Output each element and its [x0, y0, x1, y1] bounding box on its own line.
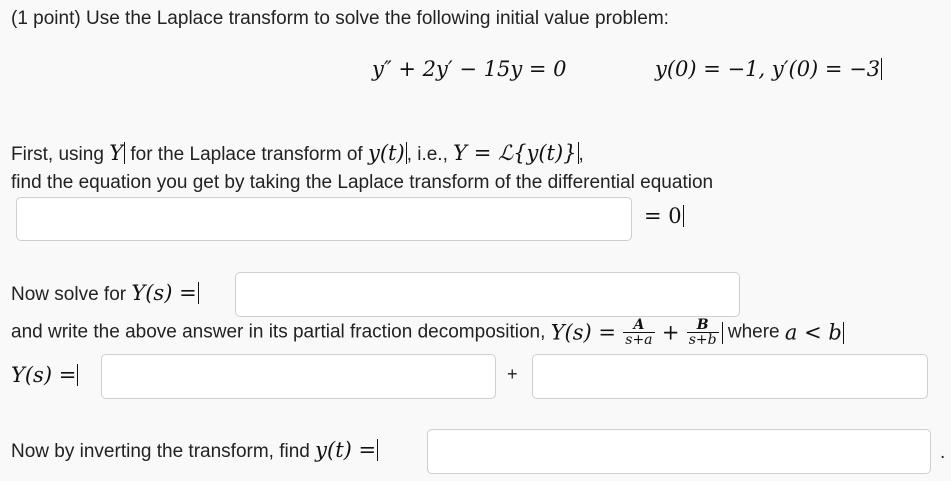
part1-text-start: First, using: [11, 144, 110, 165]
part1-text-mid: for the Laplace transform of: [125, 144, 368, 165]
ode-equation: y″ + 2y′ − 15y = 0: [372, 57, 567, 81]
problem-intro: (1 point) Use the Laplace transform to s…: [11, 8, 669, 29]
partial-fraction-A-input[interactable]: [101, 354, 496, 399]
fraction-A: As+a: [623, 318, 655, 348]
part2-text: Now solve for: [11, 284, 132, 305]
part4-text: Now by inverting the transform, find: [11, 441, 316, 462]
y-of-t: y(t): [367, 141, 405, 165]
where-text: where: [727, 321, 785, 343]
partial-fraction-B-input[interactable]: [532, 354, 928, 399]
Ys-row-label-text: Y(s) =: [11, 363, 77, 387]
initial-conditions-text: y(0) = −1, y′(0) = −3: [655, 57, 881, 81]
part4-label: Now by inverting the transform, find y(t…: [11, 438, 379, 463]
Ys-eq-label: Y(s) =: [550, 320, 616, 345]
fraction-A-numerator: A: [623, 318, 655, 333]
part3-line: and write the above answer in its partia…: [11, 318, 844, 347]
laplace-definition: Y = ℒ{y(t)}: [453, 141, 577, 165]
Ys-equals: Y(s) =: [131, 281, 197, 305]
part1-text-ie: , i.e.,: [406, 144, 454, 165]
text-cursor: [377, 439, 379, 461]
row-plus-sign: +: [507, 364, 518, 384]
fraction-B-denominator: s+b: [688, 332, 717, 348]
fraction-A-denominator: s+a: [625, 332, 653, 348]
text-cursor: [842, 321, 844, 344]
part3-text: and write the above answer in its partia…: [11, 321, 551, 343]
text-cursor: [77, 364, 79, 386]
equals-zero: = 0: [644, 204, 684, 228]
text-cursor: [881, 58, 883, 80]
text-cursor: [721, 321, 723, 344]
frac-plus: +: [661, 320, 680, 345]
Ys-input[interactable]: [235, 272, 740, 317]
Ys-row-label: Y(s) =: [11, 363, 79, 387]
text-cursor: [682, 205, 684, 227]
fraction-B-numerator: B: [686, 318, 719, 333]
part2-label: Now solve for Y(s) =: [11, 281, 199, 306]
equals-zero-text: = 0: [644, 204, 682, 228]
part1-line2: find the equation you get by taking the …: [11, 172, 714, 193]
fraction-B: Bs+b: [686, 318, 719, 348]
condition-a-lt-b: a < b: [784, 320, 842, 345]
text-cursor: [197, 282, 199, 304]
Y-symbol: Y: [109, 141, 124, 165]
yt-equals: y(t) =: [315, 438, 377, 462]
part1-line1: First, using Y for the Laplace transform…: [11, 141, 584, 165]
ode-text: y″ + 2y′ − 15y = 0: [372, 57, 567, 81]
transformed-equation-input[interactable]: [16, 197, 632, 241]
trailing-period: .: [940, 442, 946, 463]
yt-input[interactable]: [427, 429, 931, 474]
initial-conditions: y(0) = −1, y′(0) = −3: [655, 57, 883, 81]
